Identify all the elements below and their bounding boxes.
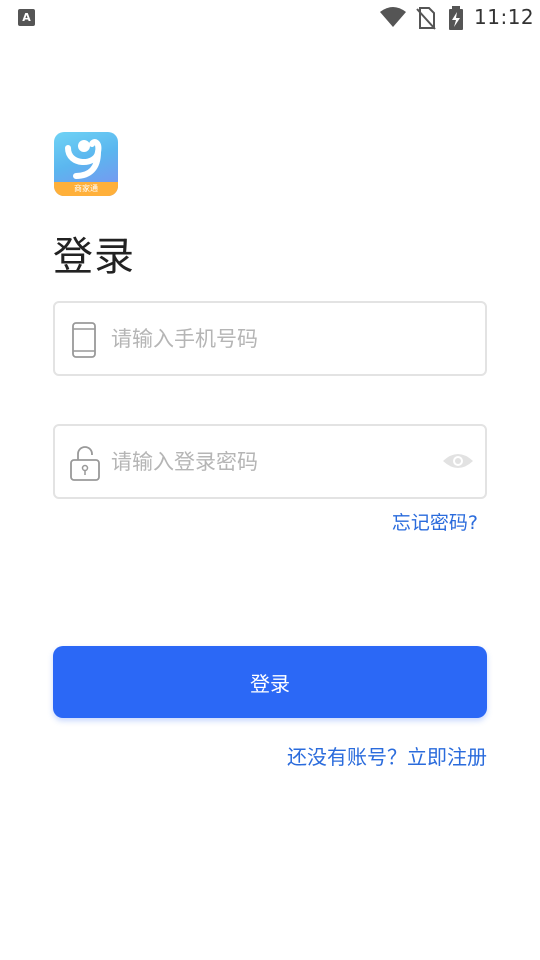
phone-field[interactable] [53, 301, 487, 376]
page-title: 登录 [53, 234, 135, 280]
status-time: 11:12 [474, 5, 535, 29]
register-link[interactable]: 还没有账号？立即注册 [287, 741, 487, 770]
wifi-icon [380, 7, 406, 27]
battery-charging-icon [449, 6, 463, 30]
app-logo-icon [65, 139, 102, 179]
password-input[interactable] [111, 444, 431, 480]
app-logo-strip: 商家通 [54, 182, 118, 196]
password-field[interactable] [53, 424, 487, 499]
login-button[interactable]: 登录 [53, 646, 487, 718]
app-logo: 商家通 [54, 132, 118, 196]
no-sim-icon [416, 7, 436, 30]
forgot-password-link[interactable]: 忘记密码? [392, 508, 478, 535]
lock-icon [70, 446, 100, 481]
eye-icon[interactable] [441, 450, 475, 472]
accessibility-icon: A [18, 9, 35, 26]
phone-icon [72, 322, 96, 358]
phone-input[interactable] [111, 321, 431, 357]
status-bar: A 11:12 [0, 0, 540, 36]
